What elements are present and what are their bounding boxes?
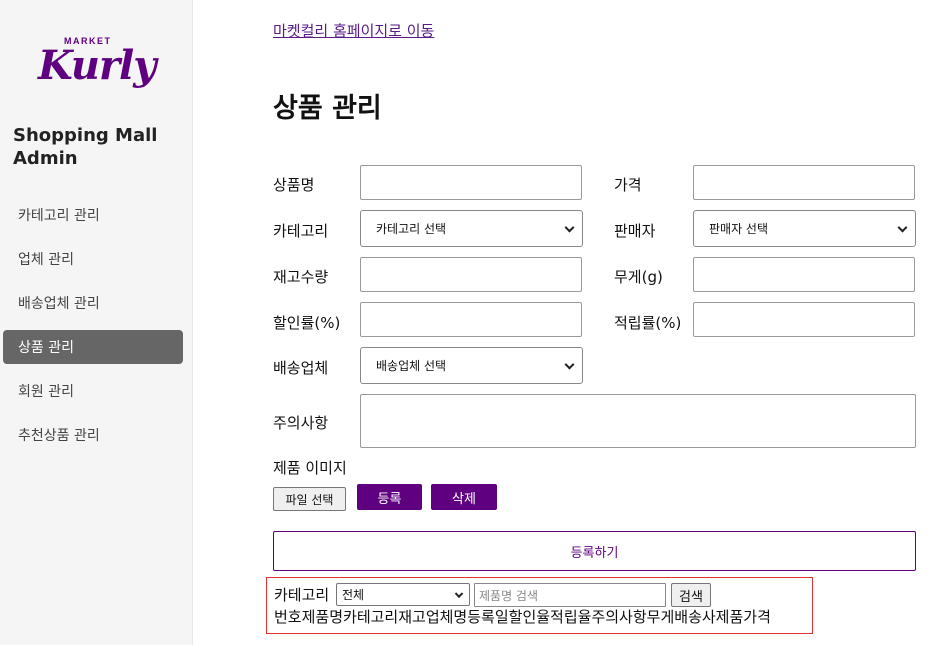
category-select-value: 카테고리 선택 bbox=[376, 222, 447, 236]
sidebar-item-recommended[interactable]: 추천상품 관리 bbox=[3, 418, 183, 452]
table-header-price: 제품가격 bbox=[715, 608, 771, 626]
sidebar: MARKET Kurly Shopping Mall Admin 카테고리 관리… bbox=[0, 0, 193, 645]
product-name-label: 상품명 bbox=[273, 176, 315, 194]
register-button[interactable]: 등록 bbox=[357, 484, 422, 510]
table-header-weight: 무게 bbox=[646, 608, 675, 626]
price-label: 가격 bbox=[614, 176, 642, 194]
seller-select[interactable]: 판매자 선택 bbox=[693, 210, 916, 247]
table-header-category: 카테고리 bbox=[343, 608, 399, 626]
table-header-number: 번호 bbox=[274, 608, 302, 626]
category-select[interactable]: 카테고리 선택 bbox=[360, 210, 583, 247]
price-input[interactable] bbox=[693, 165, 915, 200]
table-header-points: 적립율 bbox=[550, 608, 592, 626]
search-button[interactable]: 검색 bbox=[671, 583, 711, 607]
admin-title: Shopping Mall Admin bbox=[13, 125, 158, 169]
sidebar-item-product[interactable]: 상품 관리 bbox=[3, 330, 183, 364]
table-header-notes: 주의사항 bbox=[591, 608, 647, 626]
chevron-down-icon bbox=[897, 222, 908, 233]
sidebar-nav: 카테고리 관리 업체 관리 배송업체 관리 상품 관리 회원 관리 추천상품 관… bbox=[3, 198, 183, 462]
search-category-label: 카테고리 bbox=[274, 586, 330, 604]
chevron-down-icon bbox=[454, 589, 464, 598]
points-input[interactable] bbox=[693, 302, 915, 337]
search-input[interactable]: 제품명 검색 bbox=[474, 583, 666, 607]
kurly-logo[interactable]: MARKET Kurly bbox=[36, 34, 156, 100]
image-label: 제품 이미지 bbox=[273, 459, 347, 477]
seller-label: 판매자 bbox=[614, 222, 656, 240]
table-header-carrier: 배송사 bbox=[674, 608, 716, 626]
sidebar-item-vendor[interactable]: 업체 관리 bbox=[3, 242, 183, 276]
stock-input[interactable] bbox=[360, 257, 582, 292]
file-select-button[interactable]: 파일 선택 bbox=[273, 487, 346, 511]
delivery-label: 배송업체 bbox=[273, 359, 329, 377]
sidebar-item-delivery[interactable]: 배송업체 관리 bbox=[3, 286, 183, 320]
discount-label: 할인률(%) bbox=[273, 314, 341, 332]
seller-select-value: 판매자 선택 bbox=[709, 222, 769, 236]
category-label: 카테고리 bbox=[273, 222, 329, 240]
table-header-product-name: 제품명 bbox=[301, 608, 344, 626]
search-category-select[interactable]: 전체 bbox=[336, 583, 470, 606]
product-name-input[interactable] bbox=[360, 165, 582, 200]
stock-label: 재고수량 bbox=[273, 268, 329, 286]
table-header-stock: 재고 bbox=[398, 608, 426, 626]
search-panel: 카테고리 전체 제품명 검색 검색 번호 제품명 카테고리 재고 업체명 등록일… bbox=[266, 577, 813, 634]
page-title: 상품 관리 bbox=[273, 93, 382, 124]
discount-input[interactable] bbox=[360, 302, 582, 337]
delivery-select[interactable]: 배송업체 선택 bbox=[360, 347, 583, 384]
search-category-value: 전체 bbox=[342, 588, 365, 602]
notes-label: 주의사항 bbox=[273, 414, 329, 432]
submit-button[interactable]: 등록하기 bbox=[273, 531, 916, 571]
table-header-row: 번호 제품명 카테고리 재고 업체명 등록일 할인율 적립율 주의사항 무게 배… bbox=[274, 606, 771, 627]
weight-input[interactable] bbox=[693, 257, 915, 292]
chevron-down-icon bbox=[564, 222, 575, 233]
home-link[interactable]: 마켓컬리 홈페이지로 이동 bbox=[273, 20, 434, 41]
sidebar-item-member[interactable]: 회원 관리 bbox=[3, 374, 183, 408]
table-header-discount: 할인율 bbox=[508, 608, 551, 626]
chevron-down-icon bbox=[564, 359, 575, 370]
notes-textarea[interactable] bbox=[360, 394, 916, 448]
logo-kurly-text: Kurly bbox=[38, 42, 156, 89]
sidebar-item-category[interactable]: 카테고리 관리 bbox=[3, 198, 183, 232]
table-header-vendor: 업체명 bbox=[425, 608, 468, 626]
points-label: 적립률(%) bbox=[614, 314, 682, 332]
delivery-select-value: 배송업체 선택 bbox=[376, 359, 447, 373]
delete-button[interactable]: 삭제 bbox=[431, 484, 497, 510]
table-header-registered: 등록일 bbox=[467, 608, 509, 626]
weight-label: 무게(g) bbox=[614, 268, 663, 286]
